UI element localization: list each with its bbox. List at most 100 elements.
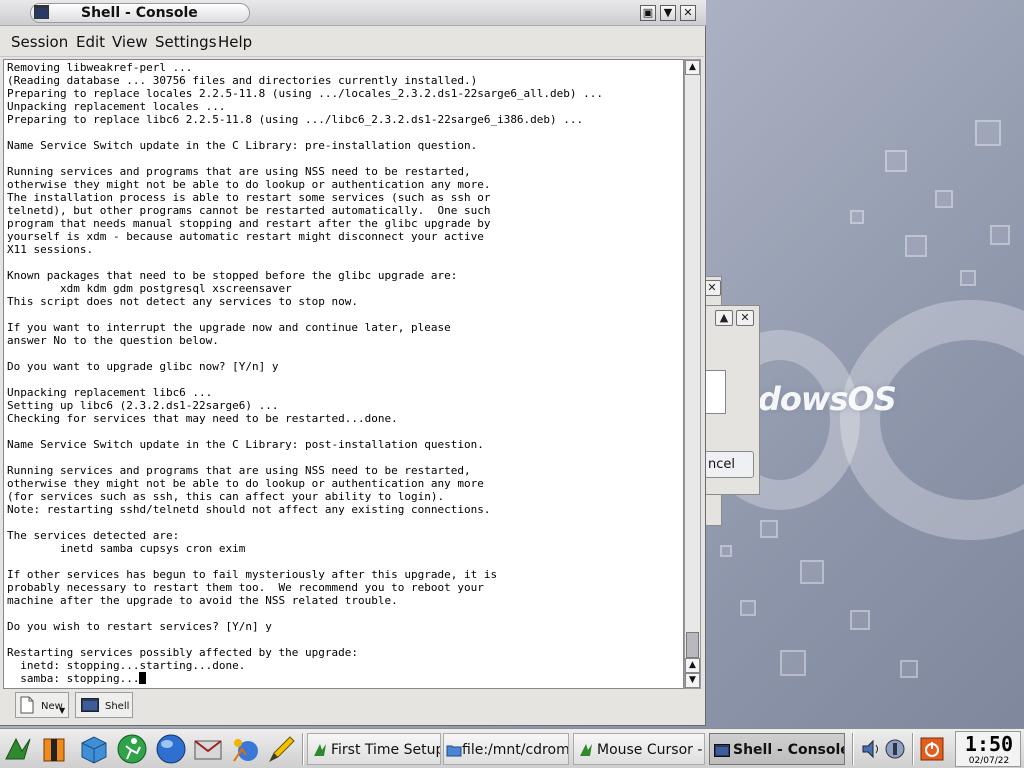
background-square [935, 190, 953, 208]
terminal-line: Name Service Switch update in the C Libr… [7, 438, 484, 451]
terminal-line: (Reading database ... 30756 files and di… [7, 74, 478, 87]
terminal-line: Name Service Switch update in the C Libr… [7, 139, 478, 152]
clock-time: 1:50 [964, 732, 1014, 756]
terminal-line: This script does not detect any services… [7, 295, 358, 308]
clock[interactable]: 1:50 02/07/22 [955, 731, 1021, 767]
task-label: Mouse Cursor - [597, 742, 703, 758]
network-icon[interactable] [228, 733, 260, 765]
background-swirl [840, 300, 1024, 540]
background-square [990, 225, 1010, 245]
terminal-line: Do you wish to restart services? [Y/n] y [7, 620, 272, 633]
session-tab-shell[interactable]: Shell [75, 692, 133, 718]
background-square [800, 560, 824, 584]
menu-session[interactable]: Session [11, 33, 68, 51]
cancel-button[interactable]: ncel [704, 451, 754, 478]
terminal-line: Do you want to upgrade glibc now? [Y/n] … [7, 360, 279, 373]
vertical-scrollbar[interactable]: ▲ ▲ ▼ [684, 59, 701, 689]
maximize-icon[interactable]: ▲ [715, 310, 733, 326]
scroll-up-icon[interactable]: ▲ [685, 658, 700, 673]
maximize-icon[interactable]: ▼ [660, 5, 676, 21]
terminal-line: Preparing to replace locales 2.2.5-11.8 … [7, 87, 604, 100]
chevron-down-icon: ▼ [59, 706, 66, 715]
window-titlebar[interactable]: Shell - Console ▣ ▼ ✕ [0, 0, 706, 26]
close-icon[interactable]: ✕ [736, 310, 754, 326]
menu-view[interactable]: View [112, 33, 148, 51]
close-icon[interactable]: ✕ [680, 5, 696, 21]
terminal-line: inetd samba cupsys cron exim [7, 542, 246, 555]
terminal-line: answer No to the question below. [7, 334, 219, 347]
background-square [885, 150, 907, 172]
terminal-line: otherwise they might not be able to do l… [7, 178, 491, 191]
terminal-line: Running services and programs that are u… [7, 464, 471, 477]
terminal-line: Setting up libc6 (2.3.2.ds1-22sarge6) ..… [7, 399, 279, 412]
background-square [850, 210, 864, 224]
terminal-line: Preparing to replace libc6 2.2.5-11.8 (u… [7, 113, 584, 126]
task-label: file:/mnt/cdrom1 [462, 742, 569, 758]
settings-wizard-icon [580, 744, 592, 756]
background-square [740, 600, 756, 616]
terminal-line: yourself is xdm - because automatic rest… [7, 230, 484, 243]
network-status-icon[interactable] [884, 737, 906, 761]
task-mouse-cursor[interactable]: Mouse Cursor - [573, 733, 705, 765]
background-square [905, 235, 927, 257]
task-shell-console[interactable]: Shell - Console [709, 733, 845, 765]
desktop-logo: dowsOS [758, 380, 897, 418]
menu-help[interactable]: Help [218, 33, 252, 51]
mail-icon[interactable] [192, 733, 224, 765]
new-document-icon [20, 696, 34, 714]
background-square [780, 650, 806, 676]
terminal-line: samba: stopping... [7, 672, 140, 685]
scroll-up-icon[interactable]: ▲ [685, 60, 700, 75]
terminal-line: otherwise they might not be able to do l… [7, 477, 484, 490]
session-tabbar: New ▼ Shell [3, 691, 703, 721]
menu-settings[interactable]: Settings [155, 33, 217, 51]
menubar: Session Edit View Settings Help [0, 27, 704, 57]
clock-date: 02/07/22 [968, 756, 1010, 766]
terminal-line: Checking for services that may need to b… [7, 412, 398, 425]
volume-icon[interactable] [860, 737, 882, 761]
package-icon[interactable] [78, 733, 110, 765]
background-square [900, 660, 918, 678]
new-session-button[interactable]: New ▼ [15, 692, 69, 718]
dialog-input-field[interactable] [705, 370, 726, 414]
terminal-line: If you want to interrupt the upgrade now… [7, 321, 451, 334]
background-square [960, 270, 976, 286]
terminal-line: Note: restarting sshd/telnetd should not… [7, 503, 491, 516]
terminal-line: program that needs manual stopping and r… [7, 217, 491, 230]
runner-icon[interactable] [116, 733, 148, 765]
title-pill: Shell - Console [30, 3, 250, 23]
globe-icon[interactable] [155, 733, 187, 765]
terminal-line: Removing libweakref-perl ... [7, 61, 193, 74]
terminal-line: If other services has begun to fail myst… [7, 568, 498, 581]
terminal-line: The services detected are: [7, 529, 180, 542]
pencil-icon[interactable] [266, 733, 298, 765]
lifejacket-icon[interactable] [38, 733, 70, 765]
power-icon[interactable] [920, 737, 944, 761]
terminal-line: (for services such as ssh, this can affe… [7, 490, 445, 503]
taskbar-separator [852, 733, 854, 765]
menu-edit[interactable]: Edit [76, 33, 105, 51]
task-first-time-setup[interactable]: First Time Setup [307, 733, 441, 765]
terminal-line: The installation process is able to rest… [7, 191, 491, 204]
terminal-line: inetd: stopping...starting...done. [7, 659, 246, 672]
terminal-area[interactable]: Removing libweakref-perl ... (Reading da… [3, 59, 684, 689]
task-file-browser[interactable]: file:/mnt/cdrom1 [443, 733, 569, 765]
terminal-line: Unpacking replacement locales ... [7, 100, 226, 113]
background-square [975, 120, 1001, 146]
folder-icon [446, 745, 462, 757]
start-menu-icon[interactable] [2, 733, 34, 765]
scrollbar-thumb[interactable] [686, 632, 699, 658]
session-tab-label: Shell [105, 701, 130, 712]
terminal-icon [714, 744, 730, 757]
konsole-icon[interactable] [34, 5, 49, 19]
minimize-icon[interactable]: ▣ [640, 5, 656, 21]
terminal-line: machine after the upgrade to avoid the N… [7, 594, 398, 607]
taskbar-separator [302, 733, 304, 765]
background-square [760, 520, 778, 538]
scroll-down-icon[interactable]: ▼ [685, 673, 700, 688]
window-title: Shell - Console [81, 5, 198, 21]
terminal-cursor [139, 672, 147, 684]
task-label: First Time Setup [331, 742, 441, 758]
taskbar-separator [912, 733, 914, 765]
terminal-line: telnetd), but other programs cannot be r… [7, 204, 491, 217]
